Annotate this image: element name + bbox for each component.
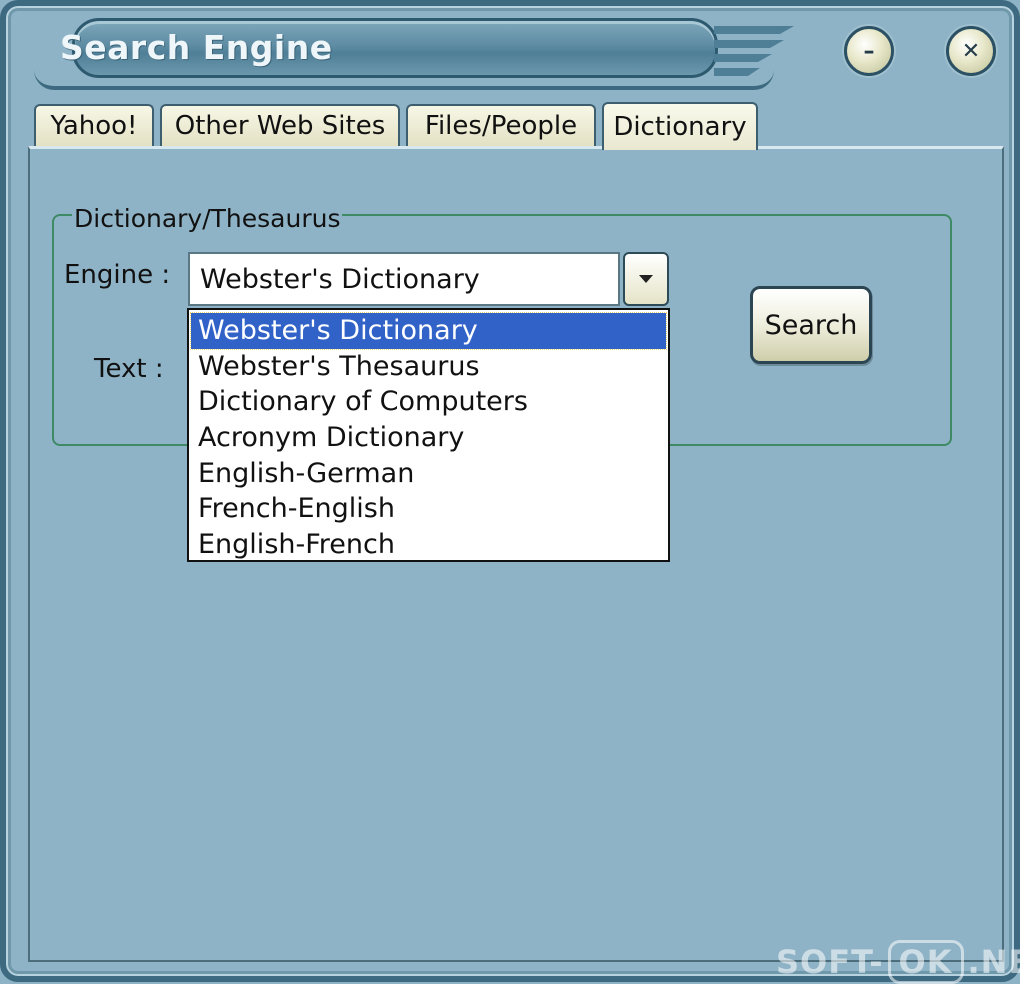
tab-dictionary[interactable]: Dictionary (602, 102, 758, 150)
engine-select[interactable]: Webster's Dictionary (188, 252, 620, 306)
close-button[interactable]: ✕ (946, 26, 996, 76)
engine-dropdown-list[interactable]: Webster's Dictionary Webster's Thesaurus… (187, 308, 670, 562)
group-title: Dictionary/Thesaurus (72, 204, 343, 234)
tab-other-web-sites[interactable]: Other Web Sites (160, 104, 400, 146)
tab-files-people[interactable]: Files/People (406, 104, 596, 146)
engine-select-value: Webster's Dictionary (200, 263, 480, 295)
search-button[interactable]: Search (750, 286, 872, 364)
minimize-icon: – (863, 38, 875, 64)
dropdown-option[interactable]: French-English (191, 491, 666, 527)
dropdown-option[interactable]: English-German (191, 456, 666, 492)
dropdown-option[interactable]: Webster's Thesaurus (191, 349, 666, 385)
engine-dropdown-button[interactable] (623, 252, 669, 306)
chevron-down-icon (639, 275, 653, 283)
dropdown-option[interactable]: Webster's Dictionary (190, 312, 667, 350)
watermark-right: .NET (967, 943, 1020, 981)
dropdown-option[interactable]: English-French (191, 527, 666, 563)
watermark: SOFT- OK .NET (776, 940, 1020, 984)
text-label: Text : (94, 354, 164, 384)
minimize-button[interactable]: – (844, 26, 894, 76)
close-icon: ✕ (961, 38, 981, 64)
tab-yahoo[interactable]: Yahoo! (34, 104, 154, 146)
watermark-left: SOFT- (776, 943, 884, 981)
title-bar-edge (34, 70, 774, 90)
window-title: Search Engine (60, 28, 333, 67)
dropdown-option[interactable]: Acronym Dictionary (191, 420, 666, 456)
dropdown-option[interactable]: Dictionary of Computers (191, 384, 666, 420)
search-engine-window: Search Engine – ✕ Yahoo! Other Web Sites… (0, 0, 1020, 984)
title-decoration-icon (714, 26, 794, 76)
watermark-middle: OK (887, 940, 964, 984)
engine-label: Engine : (64, 260, 171, 290)
